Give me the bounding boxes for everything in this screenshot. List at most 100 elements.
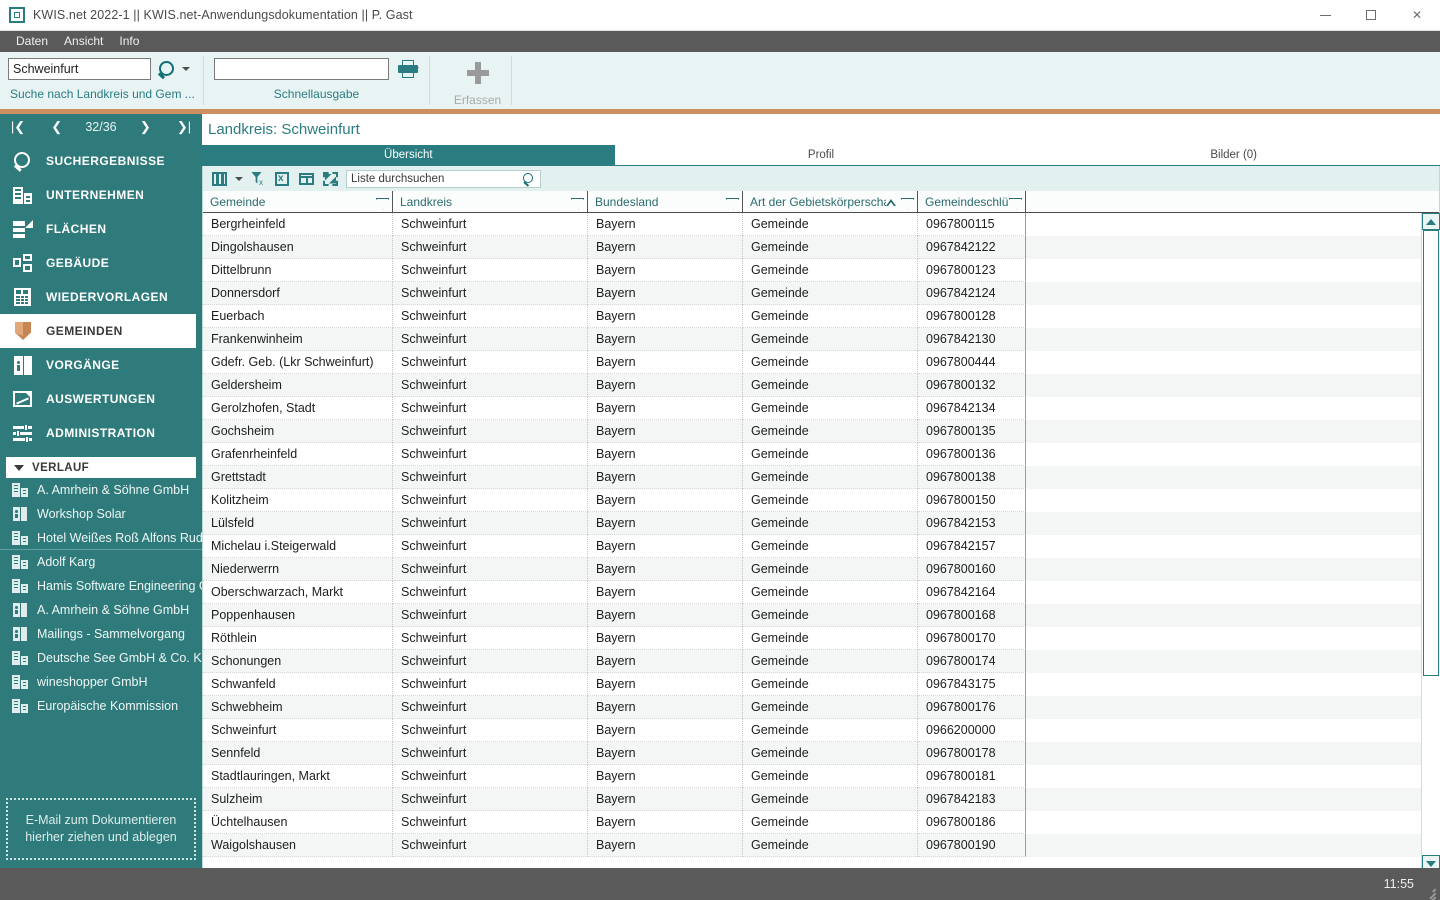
table-row[interactable]: Geldersheim Schweinfurt Bayern Gemeinde 0967… [203, 374, 1439, 397]
column-header-landkreis[interactable]: Landkreis [393, 191, 588, 213]
quick-output-input[interactable] [214, 58, 389, 80]
table-row[interactable]: Stadtlauringen, Markt Schweinfurt Bayern Ge… [203, 765, 1439, 788]
erfassen-button[interactable]: Erfassen [444, 52, 511, 107]
list-item[interactable]: A. Amrhein & Söhne GmbH [0, 478, 202, 502]
filter-funnel-icon[interactable] [1009, 197, 1020, 208]
list-item[interactable]: Hotel Weißes Roß Alfons Rudl... [0, 526, 202, 550]
sort-ascending-icon[interactable] [886, 197, 896, 207]
table-row[interactable]: Röthlein Schweinfurt Bayern Gemeinde 0967800… [203, 627, 1439, 650]
sidebar-item-flaechen[interactable]: FLÄCHEN [0, 212, 202, 246]
table-cell: Bayern [588, 581, 743, 604]
table-row[interactable]: Schwebheim Schweinfurt Bayern Gemeinde 09678… [203, 696, 1439, 719]
table-row[interactable]: Kolitzheim Schweinfurt Bayern Gemeinde 09678… [203, 489, 1439, 512]
table-row[interactable]: Dittelbrunn Schweinfurt Bayern Gemeinde 0967… [203, 259, 1439, 282]
list-item[interactable]: Workshop Solar [0, 502, 202, 526]
table-row[interactable]: Dingolshausen Schweinfurt Bayern Gemeinde 09… [203, 236, 1439, 259]
menu-item-ansicht[interactable]: Ansicht [56, 31, 111, 52]
table-body[interactable]: Bergrheinfeld Schweinfurt Bayern Gemeinde 09… [203, 213, 1439, 872]
chevron-down-icon[interactable] [182, 67, 190, 71]
scroll-up-arrow-icon[interactable] [1422, 213, 1440, 230]
email-drop-zone[interactable]: E-Mail zum Dokumentieren hierher ziehen … [6, 798, 196, 860]
sidebar-item-gebaeude[interactable]: GEBÄUDE [0, 246, 202, 280]
table-row[interactable]: Poppenhausen Schweinfurt Bayern Gemeinde 096… [203, 604, 1439, 627]
list-item[interactable]: Hamis Software Engineering G... [0, 574, 202, 598]
table-row[interactable]: Schonungen Schweinfurt Bayern Gemeinde 09678… [203, 650, 1439, 673]
list-search-placeholder: Liste durchsuchen [351, 172, 445, 185]
sidebar-item-unternehmen[interactable]: UNTERNEHMEN [0, 178, 202, 212]
table-row[interactable]: Michelau i.Steigerwald Schweinfurt Bayern G… [203, 535, 1439, 558]
tab-profil[interactable]: Profil [615, 145, 1028, 165]
table-row[interactable]: Euerbach Schweinfurt Bayern Gemeinde 0967800… [203, 305, 1439, 328]
sidebar-item-wiedervorlagen[interactable]: WIEDERVORLAGEN [0, 280, 202, 314]
column-header-gemeindeschluessel[interactable]: Gemeindeschlü... [918, 191, 1026, 213]
sidebar-item-gemeinden[interactable]: GEMEINDEN [0, 314, 196, 348]
previous-page-icon[interactable]: ❮ [47, 118, 67, 136]
table-row[interactable]: Schwanfeld Schweinfurt Bayern Gemeinde 09678… [203, 673, 1439, 696]
list-item[interactable]: Europäische Kommission [0, 694, 202, 718]
table-cell: Schweinfurt [393, 535, 588, 558]
sidebar-item-suchergebnisse[interactable]: SUCHERGEBNISSE [0, 144, 202, 178]
list-search-input[interactable]: Liste durchsuchen [346, 169, 541, 188]
grid-layout-icon[interactable] [298, 171, 315, 187]
tab-uebersicht[interactable]: Übersicht [202, 145, 615, 165]
table-row[interactable]: Niederwerrn Schweinfurt Bayern Gemeinde 0967… [203, 558, 1439, 581]
next-page-icon[interactable]: ❯ [135, 118, 155, 136]
list-item[interactable]: A. Amrhein & Söhne GmbH [0, 598, 202, 622]
column-header-art-der-gebietskoerperschaft[interactable]: Art der Gebietskörperschaft [743, 191, 918, 213]
expand-collapse-icon[interactable] [322, 171, 339, 187]
history-header[interactable]: VERLAUF [6, 457, 196, 478]
last-page-icon[interactable]: ❯| [174, 118, 194, 136]
table-cell: Bayern [588, 489, 743, 512]
scrollbar-thumb[interactable] [1423, 230, 1439, 676]
scrollbar-track[interactable] [1422, 230, 1440, 855]
table-row[interactable]: Grafenrheinfeld Schweinfurt Bayern Gemeinde… [203, 443, 1439, 466]
sidebar-item-vorgaenge[interactable]: VORGÄNGE [0, 348, 202, 382]
table-row[interactable]: Gerolzhofen, Stadt Schweinfurt Bayern Gemei… [203, 397, 1439, 420]
filter-funnel-icon[interactable] [726, 197, 737, 208]
first-page-icon[interactable]: |❮ [8, 118, 28, 136]
printer-icon[interactable] [398, 60, 418, 78]
search-input[interactable] [8, 58, 151, 80]
column-chooser-icon[interactable] [211, 171, 228, 187]
table-row[interactable]: Oberschwarzach, Markt Schweinfurt Bayern Ge… [203, 581, 1439, 604]
column-header-bundesland[interactable]: Bundesland [588, 191, 743, 213]
table-row[interactable]: Üchtelhausen Schweinfurt Bayern Gemeinde 096… [203, 811, 1439, 834]
table-row[interactable]: Grettstadt Schweinfurt Bayern Gemeinde 09678… [203, 466, 1439, 489]
table-cell: Schweinfurt [393, 719, 588, 742]
list-item[interactable]: Adolf Karg [0, 550, 202, 574]
vertical-scrollbar[interactable] [1421, 213, 1440, 872]
table-cell: 0967800181 [918, 765, 1026, 788]
filter-funnel-icon[interactable] [376, 197, 387, 208]
table-row[interactable]: Sulzheim Schweinfurt Bayern Gemeinde 0967842… [203, 788, 1439, 811]
tab-bilder[interactable]: Bilder (0) [1027, 145, 1440, 165]
table-row[interactable]: Sennfeld Schweinfurt Bayern Gemeinde 0967800… [203, 742, 1439, 765]
maximize-icon[interactable] [1348, 0, 1394, 31]
clear-filter-icon[interactable]: x [250, 171, 267, 187]
filter-funnel-icon[interactable] [901, 197, 912, 208]
menu-item-info[interactable]: Info [111, 31, 147, 52]
window-controls: ✕ [1302, 0, 1440, 31]
filter-funnel-icon[interactable] [571, 197, 582, 208]
list-item[interactable]: Deutsche See GmbH & Co. KG... [0, 646, 202, 670]
chevron-down-icon[interactable] [235, 176, 243, 181]
list-item[interactable]: Mailings - Sammelvorgang [0, 622, 202, 646]
table-row[interactable]: Schweinfurt Schweinfurt Bayern Gemeinde 0966… [203, 719, 1439, 742]
table-row[interactable]: Bergrheinfeld Schweinfurt Bayern Gemeinde 09… [203, 213, 1439, 236]
table-row[interactable]: Gdefr. Geb. (Lkr Schweinfurt) Schweinfurt… [203, 351, 1439, 374]
menu-item-daten[interactable]: Daten [8, 31, 56, 52]
minimize-icon[interactable] [1302, 0, 1348, 31]
table-row[interactable]: Donnersdorf Schweinfurt Bayern Gemeinde 0967… [203, 282, 1439, 305]
drop-zone-line2: hierher ziehen und ablegen [25, 830, 177, 844]
sidebar-item-administration[interactable]: ADMINISTRATION [0, 416, 202, 450]
column-header-gemeinde[interactable]: Gemeinde [203, 191, 393, 213]
table-row[interactable]: Lülsfeld Schweinfurt Bayern Gemeinde 0967842… [203, 512, 1439, 535]
search-magnifier-icon[interactable] [157, 60, 176, 79]
table-row[interactable]: Gochsheim Schweinfurt Bayern Gemeinde 096780… [203, 420, 1439, 443]
table-row[interactable]: Frankenwinheim Schweinfurt Bayern Gemeinde 0… [203, 328, 1439, 351]
table-row[interactable]: Waigolshausen Schweinfurt Bayern Gemeinde 09… [203, 834, 1439, 857]
resize-grip-icon[interactable] [1423, 884, 1436, 900]
list-item[interactable]: wineshopper GmbH [0, 670, 202, 694]
sidebar-item-auswertungen[interactable]: AUSWERTUNGEN [0, 382, 202, 416]
close-icon[interactable]: ✕ [1394, 0, 1440, 31]
export-excel-icon[interactable]: x [274, 171, 291, 187]
